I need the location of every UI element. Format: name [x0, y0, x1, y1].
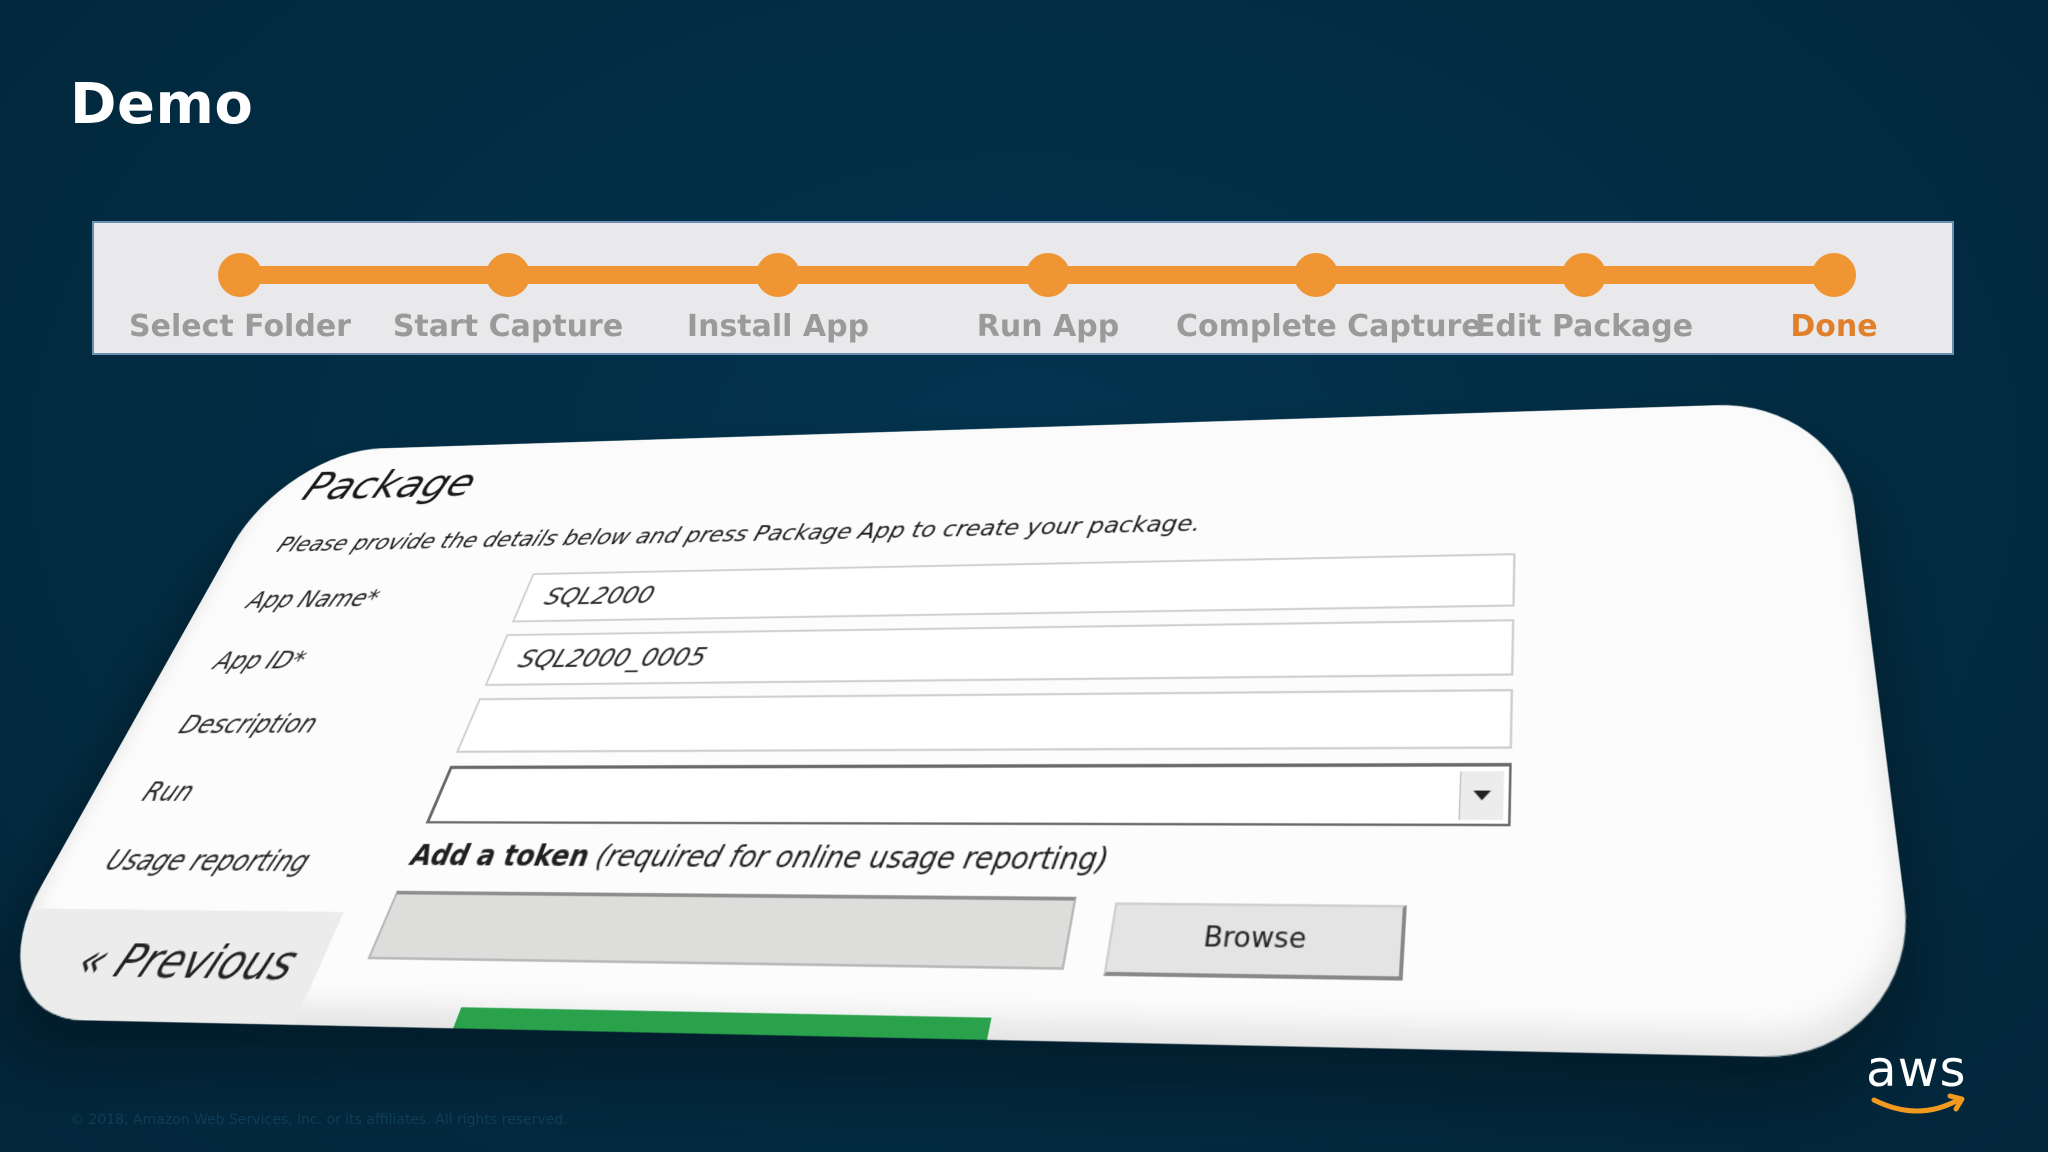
token-label-note: (required for online usage reporting): [591, 840, 1112, 877]
window-stage: Package Please provide the details below…: [0, 0, 2048, 1152]
package-window: Package Please provide the details below…: [0, 401, 1925, 1061]
previous-button[interactable]: « Previous: [0, 908, 344, 1025]
token-label-bold: Add a token: [404, 839, 595, 874]
package-description: Please provide the details below and pre…: [272, 511, 1203, 558]
aws-smile-icon: [1871, 1093, 1965, 1114]
usage-reporting-label: Usage reporting: [99, 844, 316, 879]
token-label: Add a token (required for online usage r…: [405, 839, 1111, 877]
slide-background: Demo Select Folder Start Capture Install…: [0, 0, 2048, 1152]
run-dropdown[interactable]: [425, 762, 1512, 827]
browse-button[interactable]: Browse: [1103, 902, 1407, 981]
run-label: Run: [137, 777, 201, 808]
app-name-field[interactable]: SQL2000: [511, 553, 1516, 623]
app-id-field[interactable]: SQL2000_0005: [484, 619, 1515, 686]
token-input[interactable]: [367, 890, 1077, 970]
aws-logo: aws: [1866, 1040, 1976, 1120]
copyright-footer: © 2018, Amazon Web Services, Inc. or its…: [70, 1112, 568, 1128]
chevron-down-icon[interactable]: [1458, 771, 1505, 821]
package-app-button[interactable]: [453, 1007, 992, 1040]
description-label: Description: [173, 709, 323, 740]
package-title: Package: [294, 461, 485, 510]
aws-logo-text: aws: [1866, 1040, 1967, 1098]
description-field[interactable]: [455, 688, 1514, 753]
app-name-label: App Name*: [241, 585, 385, 614]
app-id-label: App ID*: [208, 646, 312, 675]
